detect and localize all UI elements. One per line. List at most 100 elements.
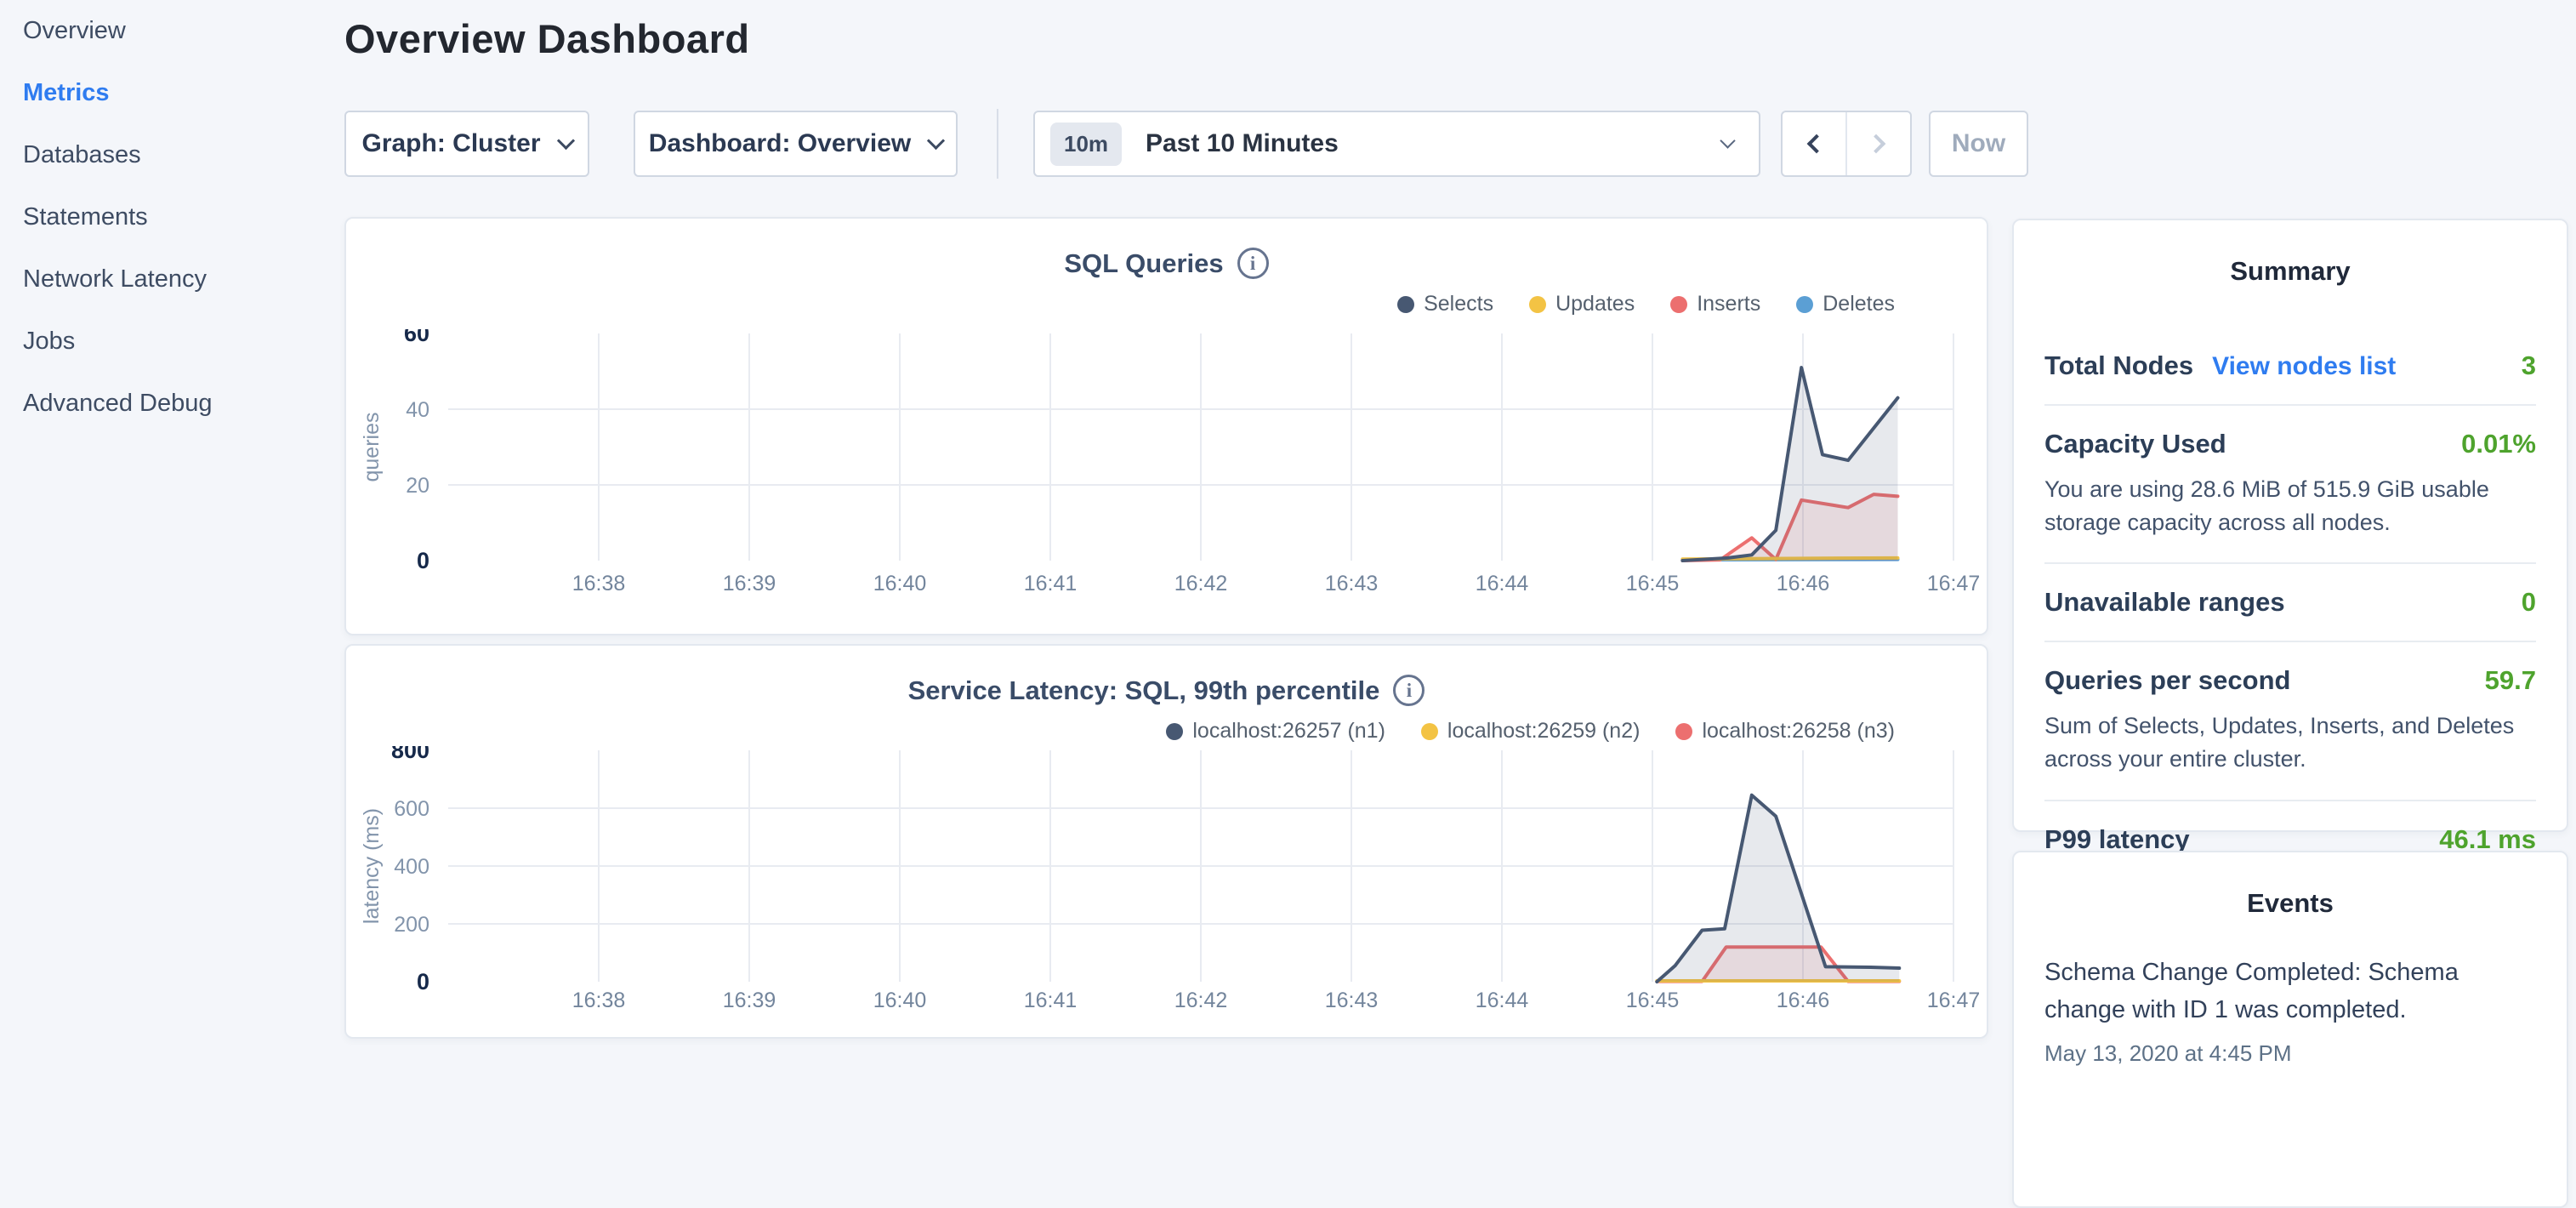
sidebar-item-advanced-debug[interactable]: Advanced Debug [23, 391, 336, 416]
sidebar-item-overview[interactable]: Overview [23, 19, 336, 43]
chevron-down-icon [1720, 133, 1735, 148]
sidebar-item-metrics[interactable]: Metrics [23, 81, 336, 105]
legend-item[interactable]: localhost:26257 (n1) [1166, 719, 1385, 744]
summary-label: Total Nodes [2044, 350, 2193, 381]
sidebar-item-jobs[interactable]: Jobs [23, 329, 336, 354]
summary-label: Queries per second [2044, 665, 2290, 696]
step-forward-button[interactable] [1845, 112, 1910, 175]
y-tick-label: 20 [406, 474, 429, 498]
y-tick-label: 200 [394, 913, 429, 937]
event-item[interactable]: Schema Change Completed: Schema change w… [2044, 954, 2536, 1067]
sql-queries-plot[interactable]: 16:3816:3916:4016:4116:4216:4316:4416:45… [346, 329, 1990, 614]
x-tick-label: 16:42 [1174, 989, 1228, 1012]
chart-title: Service Latency: SQL, 99th percentile [908, 675, 1380, 706]
chevron-down-icon [556, 131, 574, 149]
legend-dot-icon [1421, 723, 1438, 740]
y-tick-label: 40 [406, 398, 429, 422]
event-timestamp: May 13, 2020 at 4:45 PM [2044, 1040, 2536, 1067]
toolbar-divider [997, 109, 998, 179]
legend-dot-icon [1675, 723, 1692, 740]
page-title: Overview Dashboard [344, 15, 750, 62]
step-back-button[interactable] [1783, 112, 1845, 175]
y-tick-label: 400 [394, 855, 429, 879]
summary-description: You are using 28.6 MiB of 515.9 GiB usab… [2044, 473, 2536, 539]
info-icon[interactable]: i [1393, 675, 1424, 706]
chart-legend: Selects Updates Inserts Deletes [1362, 292, 1895, 316]
summary-row: Queries per second 59.7 Sum of Selects, Up… [2044, 641, 2536, 799]
sidebar-item-databases[interactable]: Databases [23, 143, 336, 168]
dashboard-dropdown-label: Dashboard: Overview [649, 129, 911, 158]
legend-label: localhost:26257 (n1) [1192, 719, 1385, 744]
x-tick-label: 16:46 [1777, 572, 1830, 595]
x-tick-label: 16:44 [1476, 572, 1529, 595]
summary-label: Unavailable ranges [2044, 587, 2285, 618]
x-tick-label: 16:43 [1325, 989, 1379, 1012]
legend-label: Updates [1555, 292, 1635, 316]
series-area [1682, 368, 1897, 561]
events-title: Events [2044, 888, 2536, 919]
dashboard-dropdown[interactable]: Dashboard: Overview [634, 111, 958, 177]
x-tick-label: 16:39 [723, 989, 776, 1012]
graph-dropdown-label: Graph: Cluster [361, 129, 540, 158]
time-range-label: Past 10 Minutes [1146, 129, 1339, 158]
chart-legend: localhost:26257 (n1) localhost:26259 (n2)… [1130, 719, 1895, 744]
sidebar: Overview Metrics Databases Statements Networ… [0, 0, 336, 1051]
x-tick-label: 16:42 [1174, 572, 1228, 595]
y-tick-label: 60 [404, 329, 429, 346]
chevron-left-icon [1807, 134, 1827, 154]
legend-label: Selects [1424, 292, 1493, 316]
summary-value: 59.7 [2485, 665, 2536, 696]
legend-item[interactable]: Selects [1397, 292, 1493, 316]
x-tick-label: 16:44 [1476, 989, 1529, 1012]
summary-value: 3 [2522, 350, 2536, 381]
service-latency-plot[interactable]: 16:3816:3916:4016:4116:4216:4316:4416:45… [346, 746, 1990, 1031]
chevron-right-icon [1867, 134, 1886, 154]
y-tick-label: 0 [417, 969, 429, 994]
time-range-dropdown[interactable]: 10m Past 10 Minutes [1033, 111, 1760, 177]
view-nodes-list-link[interactable]: View nodes list [2212, 352, 2396, 381]
legend-dot-icon [1796, 296, 1813, 313]
legend-item[interactable]: Deletes [1796, 292, 1895, 316]
sidebar-item-statements[interactable]: Statements [23, 205, 336, 230]
events-panel: Events Schema Change Completed: Schema c… [2012, 851, 2568, 1208]
service-latency-chart-card: Service Latency: SQL, 99th percentile i … [344, 644, 1988, 1039]
legend-label: Deletes [1823, 292, 1895, 316]
summary-row: Total Nodes View nodes list 3 [2044, 328, 2536, 404]
time-range-badge: 10m [1050, 123, 1122, 166]
legend-dot-icon [1166, 723, 1183, 740]
y-tick-label: 600 [394, 797, 429, 821]
summary-value: 0.01% [2461, 429, 2536, 459]
now-button[interactable]: Now [1929, 111, 2028, 177]
y-tick-label: 0 [417, 548, 429, 573]
info-icon[interactable]: i [1237, 248, 1269, 279]
x-tick-label: 16:41 [1024, 572, 1078, 595]
sidebar-item-network-latency[interactable]: Network Latency [23, 267, 336, 292]
chevron-down-icon [927, 131, 945, 149]
x-tick-label: 16:39 [723, 572, 776, 595]
x-tick-label: 16:45 [1626, 989, 1680, 1012]
x-tick-label: 16:38 [572, 572, 626, 595]
chart-title: SQL Queries [1064, 248, 1223, 279]
summary-description: Sum of Selects, Updates, Inserts, and De… [2044, 709, 2536, 776]
summary-row: Capacity Used0.01%You are using 28.6 MiB… [2044, 404, 2536, 562]
legend-item[interactable]: localhost:26259 (n2) [1421, 719, 1641, 744]
legend-dot-icon [1670, 296, 1687, 313]
legend-item[interactable]: localhost:26258 (n3) [1675, 719, 1895, 744]
event-text: Schema Change Completed: Schema change w… [2044, 954, 2536, 1029]
x-tick-label: 16:41 [1024, 989, 1078, 1012]
y-axis-label: latency (ms) [360, 808, 384, 924]
x-tick-label: 16:47 [1927, 989, 1981, 1012]
legend-item[interactable]: Inserts [1670, 292, 1760, 316]
graph-dropdown[interactable]: Graph: Cluster [344, 111, 589, 177]
x-tick-label: 16:38 [572, 989, 626, 1012]
summary-panel: Summary Total NodesView nodes list3Capac… [2012, 219, 2568, 832]
summary-value: 0 [2522, 587, 2536, 618]
legend-label: localhost:26258 (n3) [1702, 719, 1895, 744]
x-tick-label: 16:46 [1777, 989, 1830, 1012]
y-tick-label: 800 [391, 746, 429, 763]
time-step-buttons [1781, 111, 1912, 177]
legend-item[interactable]: Updates [1529, 292, 1635, 316]
sql-queries-chart-card: SQL Queries i Selects Updates Inserts Delet… [344, 217, 1988, 635]
x-tick-label: 16:45 [1626, 572, 1680, 595]
now-button-label: Now [1952, 129, 2005, 158]
